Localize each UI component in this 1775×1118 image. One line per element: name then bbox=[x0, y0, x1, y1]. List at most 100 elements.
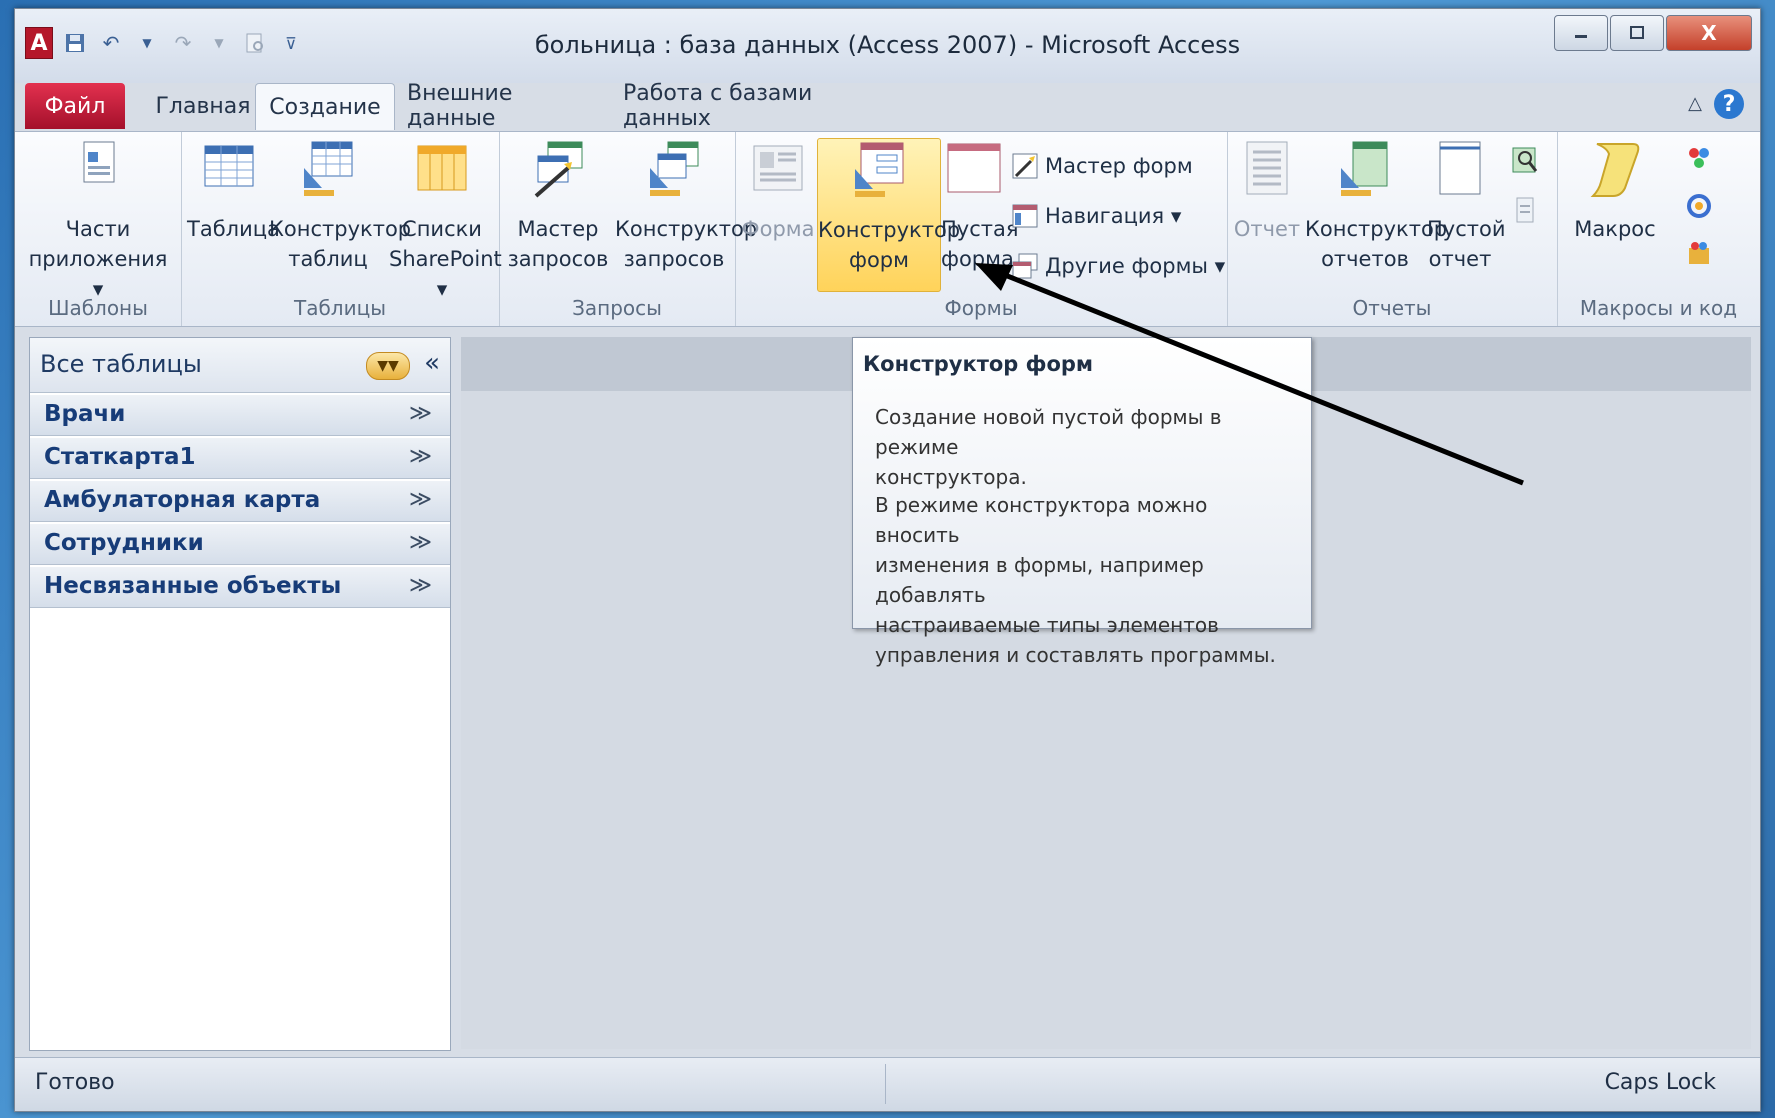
tab-database-tools[interactable]: Работа с базами данных bbox=[623, 81, 863, 131]
tooltip-line: В режиме конструктора можно вносить bbox=[875, 493, 1208, 547]
caps-lock-indicator: Caps Lock bbox=[1604, 1070, 1716, 1095]
access-window: A ↶ ▼ ↷ ▼ ⊽ больница : база данных (Acce… bbox=[14, 8, 1761, 1112]
chevron-down-icon: ≫ bbox=[408, 487, 432, 512]
blank-form-button[interactable]: Пустая форма bbox=[941, 138, 1019, 274]
nav-collapse-icon[interactable]: « bbox=[424, 348, 440, 378]
group-queries: Мастер запросов Конструктор запросов Зап… bbox=[499, 132, 758, 326]
query-wizard-button[interactable]: Мастер запросов bbox=[503, 138, 613, 274]
nav-group-doctors[interactable]: Врачи ≫ bbox=[30, 395, 450, 436]
report-designer-label-1: Конструктор bbox=[1305, 217, 1448, 241]
table-designer-icon bbox=[304, 141, 353, 196]
app-parts-icon bbox=[83, 141, 115, 183]
group-label-forms: Формы bbox=[944, 296, 1018, 320]
report-designer-button[interactable]: Конструктор отчетов bbox=[1305, 138, 1448, 274]
form-designer-label-2: форм bbox=[849, 248, 909, 272]
query-wizard-icon bbox=[534, 141, 583, 198]
module-button[interactable] bbox=[1685, 144, 1713, 172]
group-reports: Отчет Конструктор отчетов Пустой отчет О… bbox=[1227, 132, 1558, 326]
visual-basic-button[interactable] bbox=[1685, 240, 1713, 268]
tooltip-paragraph-2: В режиме конструктора можно вносить изме… bbox=[875, 490, 1285, 670]
group-label-queries: Запросы bbox=[572, 296, 662, 320]
tab-external-data[interactable]: Внешние данные bbox=[407, 81, 607, 131]
group-label-templates: Шаблоны bbox=[48, 296, 148, 320]
table-button[interactable]: Таблица bbox=[187, 138, 280, 244]
group-tables: Таблица Конструктор таблиц Списки ShareP… bbox=[181, 132, 502, 326]
sharepoint-label-2: SharePoint ▾ bbox=[389, 247, 502, 301]
form-wizard-button[interactable]: Мастер форм bbox=[1011, 152, 1193, 180]
tooltip-form-designer: Конструктор форм Создание новой пустой ф… bbox=[852, 337, 1312, 667]
form-designer-label-1: Конструктор bbox=[818, 218, 961, 242]
status-text: Готово bbox=[35, 1070, 115, 1095]
maximize-button[interactable] bbox=[1610, 15, 1664, 51]
form-designer-button[interactable]: Конструктор форм bbox=[817, 138, 961, 292]
nav-group-label: Сотрудники bbox=[44, 530, 204, 556]
other-forms-label: Другие формы ▾ bbox=[1045, 254, 1226, 278]
form-wizard-icon bbox=[1012, 153, 1038, 179]
report-wizard-button[interactable] bbox=[1511, 146, 1539, 174]
group-templates: Части приложения ▾ Шаблоны bbox=[15, 132, 182, 326]
minimize-ribbon-icon[interactable]: △ bbox=[1688, 93, 1702, 114]
navigation-button[interactable]: Навигация ▾ bbox=[1011, 202, 1181, 230]
report-label: Отчет bbox=[1233, 217, 1301, 241]
nav-filter-icon[interactable]: ▼▼ bbox=[366, 352, 410, 380]
blank-report-label-1: Пустой bbox=[1427, 217, 1506, 241]
report-wizard-icon bbox=[1512, 147, 1538, 173]
chevron-down-icon: ≫ bbox=[408, 530, 432, 555]
nav-group-unrelated-objects[interactable]: Несвязанные объекты ≫ bbox=[30, 567, 450, 608]
nav-title: Все таблицы bbox=[40, 350, 202, 378]
sharepoint-lists-button[interactable]: Списки SharePoint ▾ bbox=[389, 138, 502, 304]
nav-group-label: Статкарта1 bbox=[44, 444, 196, 470]
form-designer-icon bbox=[855, 142, 904, 197]
visual-basic-icon bbox=[1689, 242, 1709, 264]
help-icon[interactable]: ? bbox=[1714, 89, 1744, 119]
nav-group-outpatient-card[interactable]: Амбулаторная карта ≫ bbox=[30, 481, 450, 522]
macro-icon bbox=[1590, 143, 1640, 197]
class-module-button[interactable] bbox=[1685, 192, 1713, 220]
minimize-button[interactable] bbox=[1554, 15, 1608, 51]
nav-header[interactable]: Все таблицы ▼▼ « bbox=[30, 338, 450, 393]
ribbon: Части приложения ▾ Шаблоны Таблица Конст… bbox=[15, 131, 1760, 327]
ribbon-tabs: Файл Главная Создание Внешние данные Раб… bbox=[15, 71, 1760, 133]
tab-file[interactable]: Файл bbox=[25, 83, 125, 129]
tooltip-title: Конструктор форм bbox=[863, 352, 1094, 376]
other-forms-button[interactable]: Другие формы ▾ bbox=[1011, 252, 1225, 280]
tab-create[interactable]: Создание bbox=[255, 83, 395, 130]
group-macros: Макрос Макросы и код bbox=[1557, 132, 1760, 326]
group-forms: Форма Конструктор форм Пустая форма Маст… bbox=[735, 132, 1228, 326]
app-parts-button[interactable]: Части приложения ▾ bbox=[25, 138, 171, 304]
status-bar: Готово Caps Lock bbox=[15, 1057, 1760, 1111]
tab-home[interactable]: Главная bbox=[143, 83, 263, 129]
app-parts-label-2: приложения ▾ bbox=[28, 247, 168, 301]
nav-group-statcard[interactable]: Статкарта1 ≫ bbox=[30, 438, 450, 479]
table-designer-button[interactable]: Конструктор таблиц bbox=[269, 138, 411, 274]
navigation-label: Навигация ▾ bbox=[1045, 204, 1182, 228]
chevron-down-icon: ≫ bbox=[408, 401, 432, 426]
tooltip-line: конструктора. bbox=[875, 465, 1027, 489]
tooltip-paragraph-1: Создание новой пустой формы в режиме кон… bbox=[875, 402, 1285, 492]
app-parts-label-1: Части bbox=[65, 217, 131, 241]
module-icon bbox=[1689, 148, 1709, 168]
report-button[interactable]: Отчет bbox=[1231, 138, 1303, 244]
labels-button[interactable] bbox=[1511, 196, 1539, 224]
nav-group-label: Амбулаторная карта bbox=[44, 487, 321, 513]
blank-form-label-2: форма bbox=[941, 247, 1014, 271]
chevron-down-icon: ≫ bbox=[408, 573, 432, 598]
tooltip-line: настраиваемые типы элементов bbox=[875, 613, 1219, 637]
query-designer-label-1: Конструктор bbox=[615, 217, 758, 241]
macro-button[interactable]: Макрос bbox=[1571, 138, 1659, 244]
close-button[interactable]: X bbox=[1666, 15, 1752, 51]
nav-group-label: Несвязанные объекты bbox=[44, 573, 342, 599]
group-label-macros: Макросы и код bbox=[1579, 296, 1738, 320]
form-icon bbox=[753, 145, 803, 191]
query-designer-button[interactable]: Конструктор запросов bbox=[615, 138, 758, 274]
status-divider bbox=[885, 1064, 886, 1104]
nav-group-label: Врачи bbox=[44, 401, 126, 427]
blank-report-label-2: отчет bbox=[1428, 247, 1492, 271]
tooltip-line: Создание новой пустой формы в режиме bbox=[875, 405, 1222, 459]
blank-form-icon bbox=[947, 143, 1001, 193]
report-icon bbox=[1246, 141, 1288, 195]
form-button[interactable]: Форма bbox=[741, 138, 815, 244]
nav-group-staff[interactable]: Сотрудники ≫ bbox=[30, 524, 450, 565]
tooltip-line: изменения в формы, например добавлять bbox=[875, 553, 1204, 607]
blank-report-button[interactable]: Пустой отчет bbox=[1427, 138, 1506, 274]
